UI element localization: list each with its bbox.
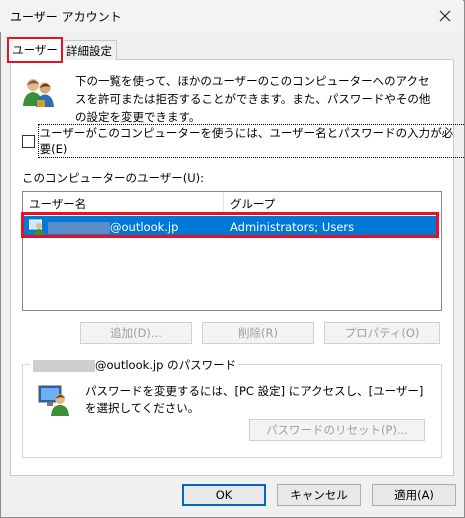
apply-button[interactable]: 適用(A) xyxy=(372,484,456,506)
require-login-label: ユーザーがこのコンピューターを使うには、ユーザー名とパスワードの入力が必要(E) xyxy=(37,124,465,158)
checkbox-box[interactable] xyxy=(22,134,35,148)
tab-advanced[interactable]: 詳細設定 xyxy=(61,40,117,60)
column-header-group[interactable]: グループ xyxy=(230,196,275,212)
tab-users-label: ユーザー xyxy=(12,43,58,57)
description-text: 下の一覧を使って、ほかのユーザーのこのコンピューターへのアクセスを許可または拒否… xyxy=(75,74,431,124)
password-group-title: @outlook.jp のパスワード xyxy=(30,357,240,373)
selected-row-highlight xyxy=(21,212,439,238)
column-separator[interactable] xyxy=(223,192,224,214)
column-header-username[interactable]: ユーザー名 xyxy=(29,196,86,212)
require-login-checkbox[interactable]: ユーザーがこのコンピューターを使うには、ユーザー名とパスワードの入力が必要(E) xyxy=(22,124,465,158)
user-monitor-icon xyxy=(38,385,69,416)
redacted-username xyxy=(33,359,95,372)
password-description: パスワードを変更するには、[PC 設定] にアクセスし、[ユーザー] を選択して… xyxy=(85,384,424,415)
reset-password-button[interactable]: パスワードのリセット(P)... xyxy=(249,419,425,441)
add-button[interactable]: 追加(D)... xyxy=(80,322,192,344)
properties-button[interactable]: プロパティ(O) xyxy=(324,322,440,344)
remove-button[interactable]: 削除(R) xyxy=(202,322,314,344)
users-list-label: このコンピューターのユーザー(U): xyxy=(22,171,205,185)
tab-users[interactable]: ユーザー xyxy=(7,37,63,63)
cancel-button[interactable]: キャンセル xyxy=(277,484,361,506)
users-listview[interactable]: ユーザー名 グループ @outlook.jp Administrators; U… xyxy=(22,191,442,311)
password-group-title-text: @outlook.jp のパスワード xyxy=(95,358,237,372)
close-button[interactable] xyxy=(430,2,460,30)
title-bar: ユーザー アカウント xyxy=(0,0,463,32)
window-title: ユーザー アカウント xyxy=(10,10,122,24)
tab-advanced-label: 詳細設定 xyxy=(66,43,112,58)
users-icon xyxy=(23,79,54,107)
ok-button[interactable]: OK xyxy=(182,484,266,506)
close-icon xyxy=(439,10,451,22)
